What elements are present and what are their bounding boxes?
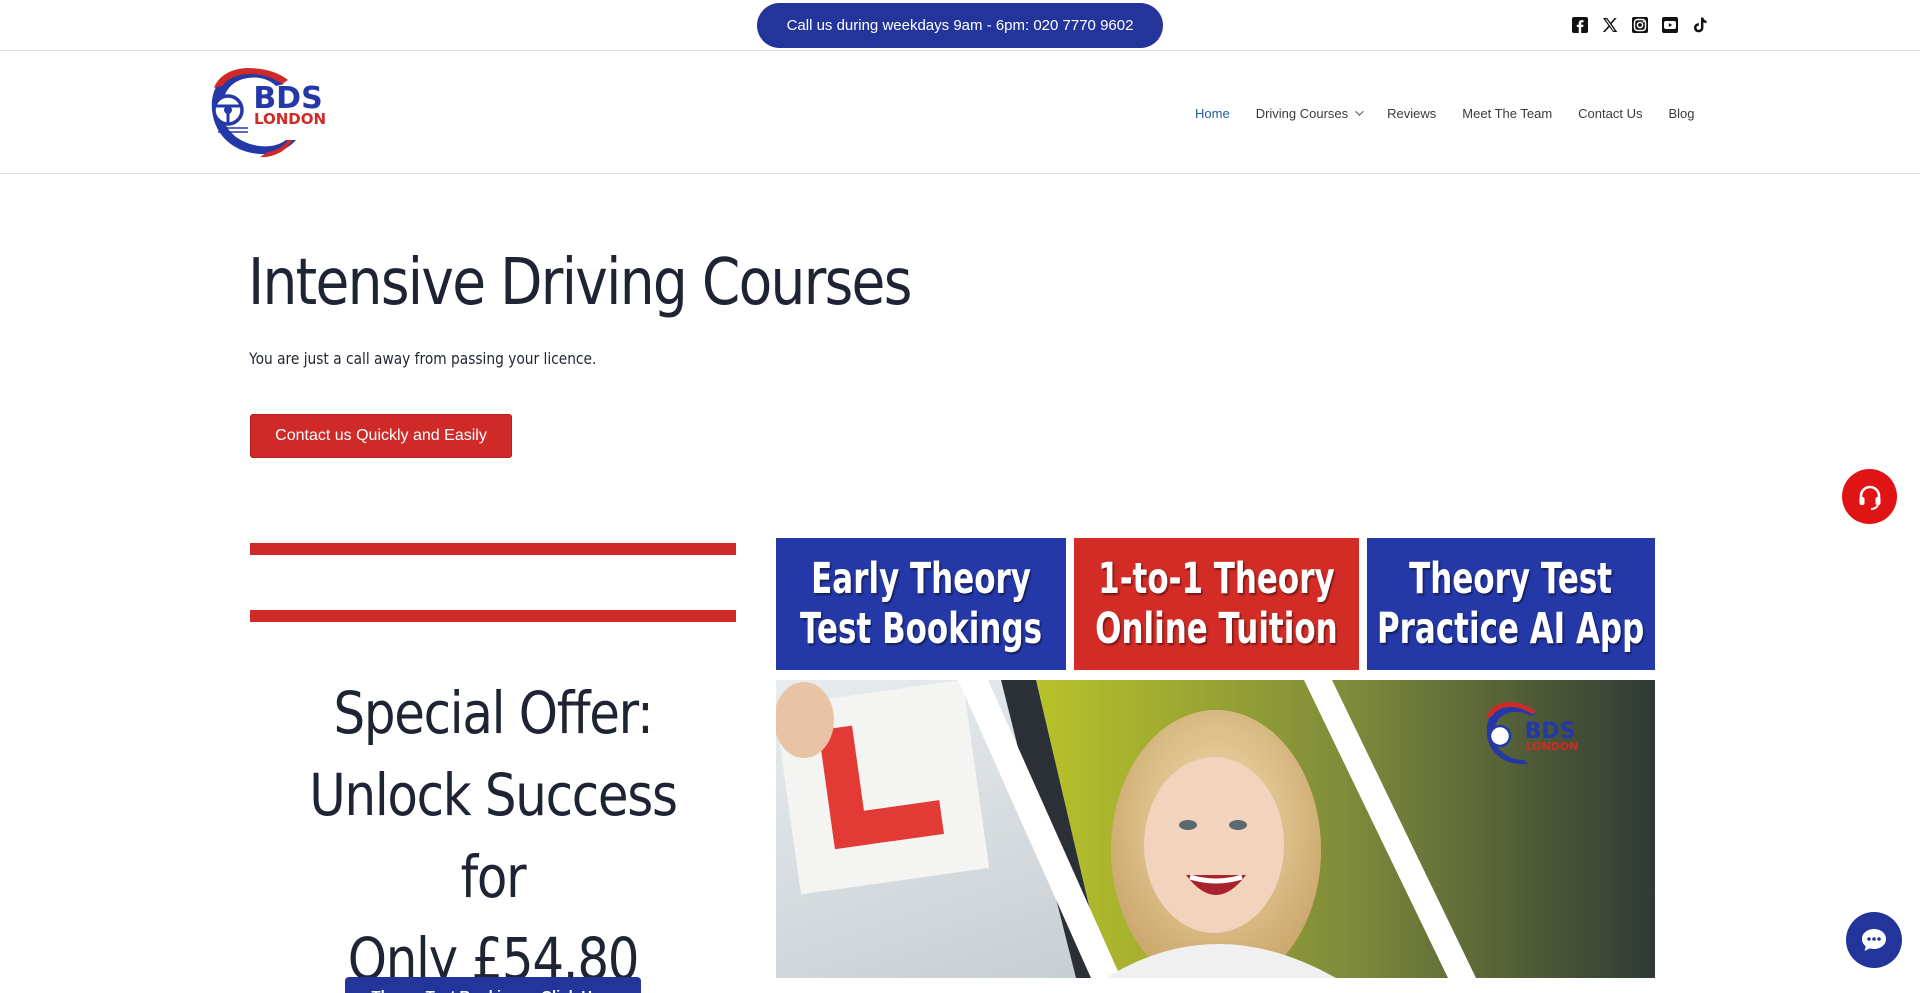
site-header: BDS LONDON Home Driving Courses Reviews … [0, 52, 1920, 174]
offer-line-2: Unlock Success for [309, 761, 678, 911]
tile-2-line-2: Online Tuition [1095, 604, 1338, 654]
support-headset-button[interactable] [1842, 469, 1897, 524]
nav-driving-courses-label: Driving Courses [1255, 105, 1349, 121]
tile-theory-test-practice-ai-app[interactable]: Theory Test Practice AI App [1367, 538, 1655, 670]
page-title: Intensive Driving Courses [248, 246, 912, 320]
red-divider-top [250, 543, 736, 555]
nav-home[interactable]: Home [1182, 106, 1243, 121]
tile-3-line-2: Practice AI App [1377, 604, 1645, 654]
chat-bubble-icon [1862, 929, 1886, 951]
nav-contact-us[interactable]: Contact Us [1565, 106, 1655, 121]
hero-subtitle: You are just a call away from passing yo… [249, 349, 597, 368]
tile-early-theory-test-bookings[interactable]: Early Theory Test Bookings [776, 538, 1066, 670]
tile-1-line-1: Early Theory [811, 554, 1031, 604]
offer-line-1: Special Offer: [333, 679, 653, 747]
nav-blog-label: Blog [1668, 105, 1695, 121]
tile-2-line-1: 1-to-1 Theory [1098, 554, 1335, 604]
youtube-icon[interactable] [1661, 16, 1679, 34]
contact-us-button[interactable]: Contact us Quickly and Easily [250, 414, 512, 458]
x-twitter-icon[interactable] [1601, 16, 1619, 34]
tile-1-line-2: Test Bookings [800, 604, 1042, 654]
nav-contact-us-label: Contact Us [1578, 105, 1643, 121]
bds-london-logo[interactable]: BDS LONDON [208, 66, 348, 158]
nav-driving-courses[interactable]: Driving Courses [1243, 106, 1374, 121]
tiktok-icon[interactable] [1691, 16, 1709, 34]
special-offer-heading: Special Offer: Unlock Success for Only £… [240, 672, 746, 993]
nav-blog[interactable]: Blog [1655, 106, 1707, 121]
headset-icon [1859, 485, 1880, 510]
tile-1-to-1-theory-online-tuition[interactable]: 1-to-1 Theory Online Tuition [1074, 538, 1359, 670]
theory-test-bookings-button[interactable]: Theory Test Bookings - Click Here [345, 977, 641, 993]
nav-reviews-label: Reviews [1387, 105, 1437, 121]
chat-button[interactable] [1846, 912, 1902, 968]
facebook-icon[interactable] [1571, 16, 1589, 34]
chevron-down-icon [1355, 107, 1364, 116]
top-bar: Call us during weekdays 9am - 6pm: 020 7… [0, 0, 1920, 51]
photo-logo-london-text: LONDON [1526, 740, 1579, 753]
learner-driver-image: BDS LONDON [776, 680, 1655, 978]
main-nav: Home Driving Courses Reviews Meet The Te… [1182, 52, 1708, 174]
hero-photo-learner-driver: BDS LONDON [776, 680, 1655, 978]
logo-london-text: LONDON [254, 110, 326, 128]
call-us-banner[interactable]: Call us during weekdays 9am - 6pm: 020 7… [757, 3, 1163, 48]
social-links [1571, 16, 1709, 34]
nav-reviews[interactable]: Reviews [1374, 106, 1449, 121]
red-divider-bottom [250, 610, 736, 622]
nav-home-label: Home [1195, 105, 1230, 121]
tile-3-line-1: Theory Test [1409, 554, 1613, 604]
nav-meet-the-team[interactable]: Meet The Team [1449, 106, 1565, 121]
nav-meet-the-team-label: Meet The Team [1462, 105, 1553, 121]
instagram-icon[interactable] [1631, 16, 1649, 34]
